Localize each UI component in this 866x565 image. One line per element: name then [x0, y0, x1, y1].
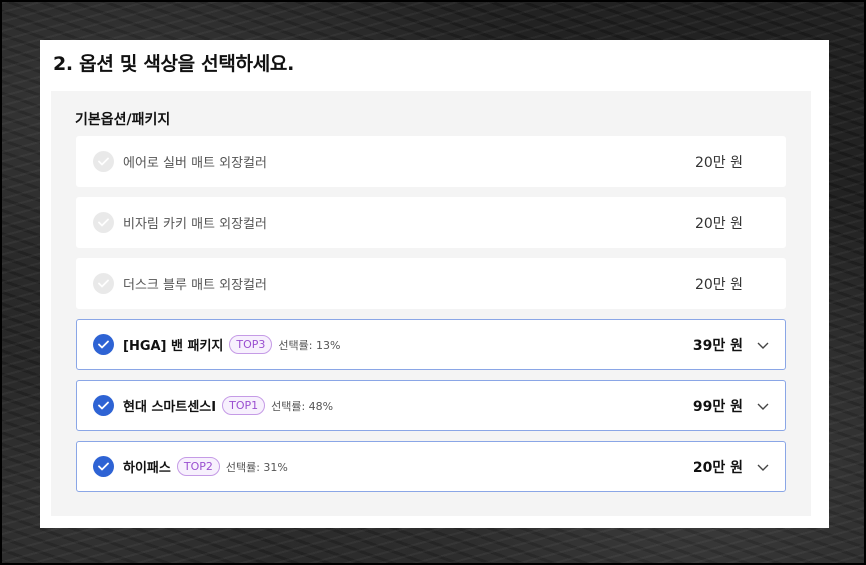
rank-badge: TOP2	[176, 457, 220, 476]
rank-badge: TOP3	[229, 335, 273, 354]
option-price: 20만 원	[694, 215, 743, 232]
option-van-package[interactable]: [HGA] 밴 패키지 TOP3 선택률: 13% 39만 원	[76, 319, 786, 370]
option-bijarim-khaki[interactable]: 비자림 카키 매트 외장컬러 20만 원	[76, 197, 786, 248]
option-price: 20만 원	[694, 154, 743, 171]
option-price: 20만 원	[692, 459, 743, 476]
options-box: 기본옵션/패키지 에어로 실버 매트 외장컬러 20만 원 비자림 카키 매트 …	[51, 91, 811, 516]
rank-badge: TOP1	[222, 396, 266, 415]
chevron-down-icon[interactable]	[755, 337, 771, 353]
option-aero-silver[interactable]: 에어로 실버 매트 외장컬러 20만 원	[76, 136, 786, 187]
selection-rate: 선택률: 13%	[278, 338, 341, 352]
option-dusk-blue[interactable]: 더스크 블루 매트 외장컬러 20만 원	[76, 258, 786, 309]
option-panel: 2. 옵션 및 색상을 선택하세요. 기본옵션/패키지 에어로 실버 매트 외장…	[40, 40, 829, 528]
option-price: 39만 원	[692, 337, 743, 354]
check-icon[interactable]	[93, 151, 114, 172]
check-icon[interactable]	[93, 395, 114, 416]
check-icon[interactable]	[93, 334, 114, 355]
option-label: 더스크 블루 매트 외장컬러	[123, 278, 267, 293]
option-price: 99만 원	[692, 398, 743, 415]
step-title: 2. 옵션 및 색상을 선택하세요.	[53, 53, 294, 75]
option-label: 에어로 실버 매트 외장컬러	[123, 156, 267, 171]
option-price: 20만 원	[694, 276, 743, 293]
section-label: 기본옵션/패키지	[75, 112, 171, 128]
check-icon[interactable]	[93, 273, 114, 294]
check-icon[interactable]	[93, 456, 114, 477]
selection-rate: 선택률: 31%	[225, 460, 288, 474]
option-label: 하이패스	[123, 461, 171, 476]
option-label: 비자림 카키 매트 외장컬러	[123, 217, 267, 232]
chevron-down-icon[interactable]	[755, 459, 771, 475]
option-label: 현대 스마트센스I	[123, 400, 217, 415]
option-hipass[interactable]: 하이패스 TOP2 선택률: 31% 20만 원	[76, 441, 786, 492]
option-smart-sense[interactable]: 현대 스마트센스I TOP1 선택률: 48% 99만 원	[76, 380, 786, 431]
check-icon[interactable]	[93, 212, 114, 233]
option-label: [HGA] 밴 패키지	[123, 339, 224, 354]
chevron-down-icon[interactable]	[755, 398, 771, 414]
selection-rate: 선택률: 48%	[271, 399, 334, 413]
